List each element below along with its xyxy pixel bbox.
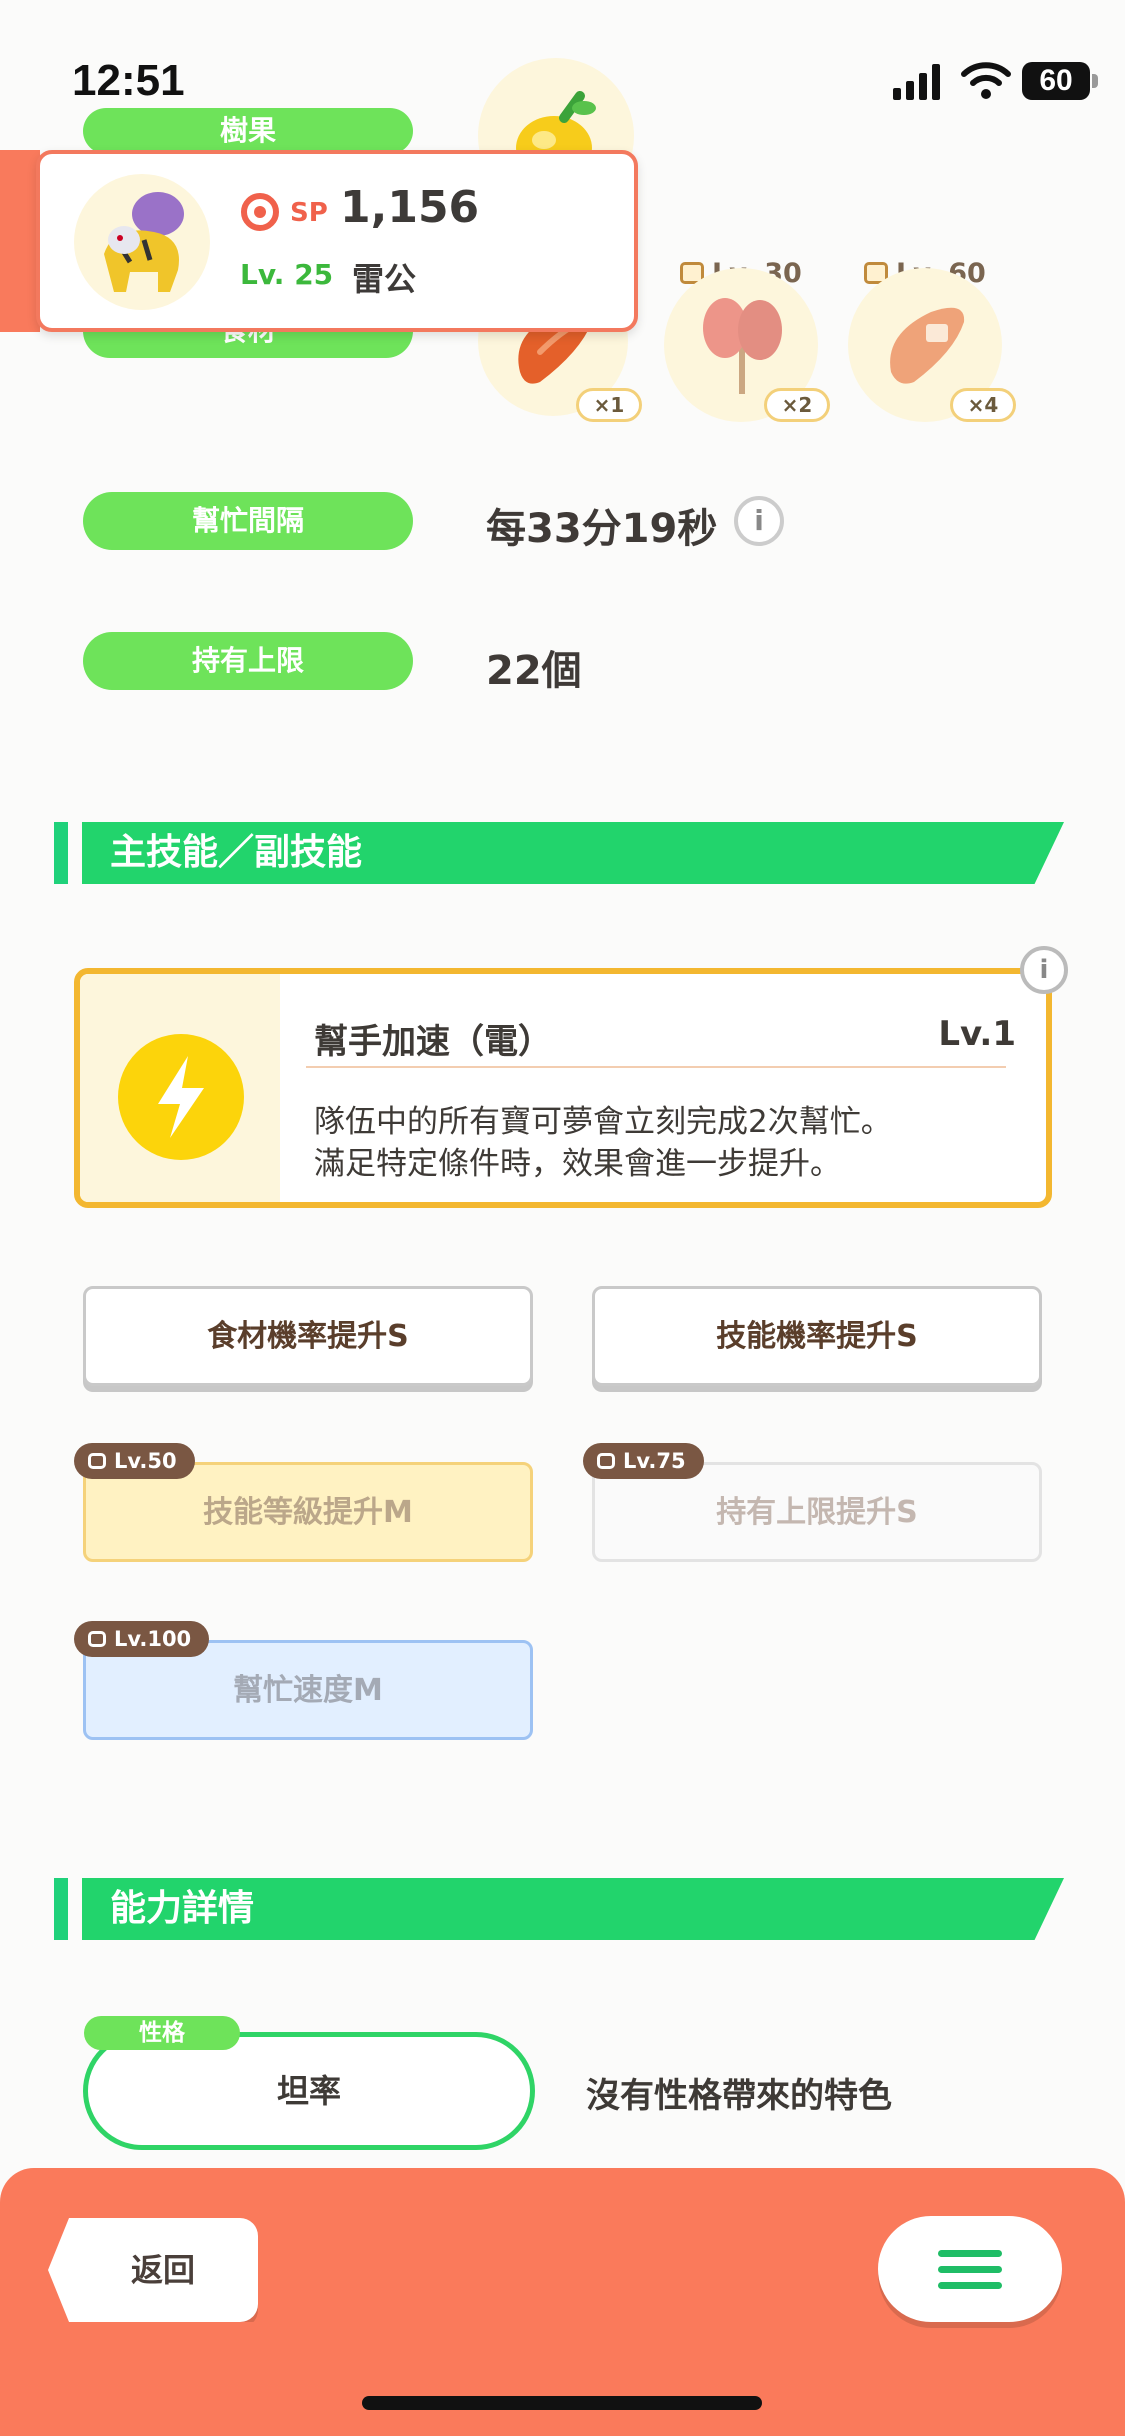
main-skill-icon-panel (80, 974, 280, 1202)
wifi-icon (961, 62, 1011, 99)
ingredient-qty-3: ×4 (950, 388, 1016, 422)
help-interval-value: 每33分19秒 (486, 506, 718, 552)
max-carry-label: 持有上限 (83, 632, 413, 690)
lock-icon (88, 1631, 106, 1647)
main-skill-desc-1: 隊伍中的所有寶可夢會立刻完成2次幫忙。 (314, 1104, 892, 1140)
sub-skill-2[interactable]: 技能機率提升S (592, 1286, 1042, 1386)
menu-icon-line (938, 2282, 1002, 2289)
menu-icon-line (938, 2250, 1002, 2257)
sub-skill-1[interactable]: 食材機率提升S (83, 1286, 533, 1386)
sub-skill-lock-4: Lv.75 (583, 1443, 704, 1479)
info-icon[interactable]: i (1020, 946, 1068, 994)
battery-icon: 60 (1022, 62, 1090, 100)
sausage-icon (890, 307, 965, 384)
main-skill-desc-2: 滿足特定條件時，效果會進一步提升。 (314, 1146, 841, 1182)
sp-value: 1,156 (340, 182, 480, 233)
pokemon-header-card[interactable]: SP 1,156 Lv. 25 雷公 (36, 150, 638, 332)
berry-label: 樹果 (83, 108, 413, 154)
herb-icon (703, 298, 782, 394)
lightning-icon (118, 1034, 244, 1160)
pokemon-avatar (74, 174, 210, 310)
nature-desc: 沒有性格帶來的特色 (586, 2076, 892, 2116)
help-interval-label: 幫忙間隔 (83, 492, 413, 550)
ingredient-qty-1: ×1 (576, 388, 642, 422)
section-skills-title: 主技能／副技能 (82, 822, 1064, 884)
status-time: 12:51 (72, 56, 185, 105)
main-skill-level: Lv.1 (938, 1014, 1016, 1054)
cellular-signal-icon (893, 64, 940, 100)
ingredient-qty-2: ×2 (764, 388, 830, 422)
main-skill-name: 幫手加速（電） (314, 1022, 552, 1062)
home-indicator (362, 2396, 762, 2410)
max-carry-value: 22個 (486, 648, 582, 694)
sp-label: SP (290, 198, 328, 228)
sub-skill-lock-5: Lv.100 (74, 1621, 210, 1657)
battery-tip (1092, 74, 1098, 88)
sub-skill-lock-3: Lv.50 (74, 1443, 195, 1479)
nature-tag: 性格 (84, 2016, 240, 2050)
pokemon-level: Lv. 25 (240, 258, 334, 291)
lock-icon (597, 1453, 615, 1469)
sp-icon (241, 193, 279, 231)
menu-button[interactable] (878, 2216, 1062, 2322)
section-bar (54, 822, 68, 884)
divider (306, 1066, 1006, 1068)
lock-icon (88, 1453, 106, 1469)
raikou-icon (104, 192, 184, 292)
back-button[interactable]: 返回 (48, 2218, 258, 2322)
info-icon[interactable]: i (734, 496, 784, 546)
main-skill-card[interactable]: 幫手加速（電） Lv.1 隊伍中的所有寶可夢會立刻完成2次幫忙。 滿足特定條件時… (74, 968, 1052, 1208)
menu-icon-line (938, 2266, 1002, 2273)
section-bar (54, 1878, 68, 1940)
pokemon-name: 雷公 (352, 260, 417, 298)
card-accent (0, 150, 40, 332)
section-stats-title: 能力詳情 (82, 1878, 1064, 1940)
